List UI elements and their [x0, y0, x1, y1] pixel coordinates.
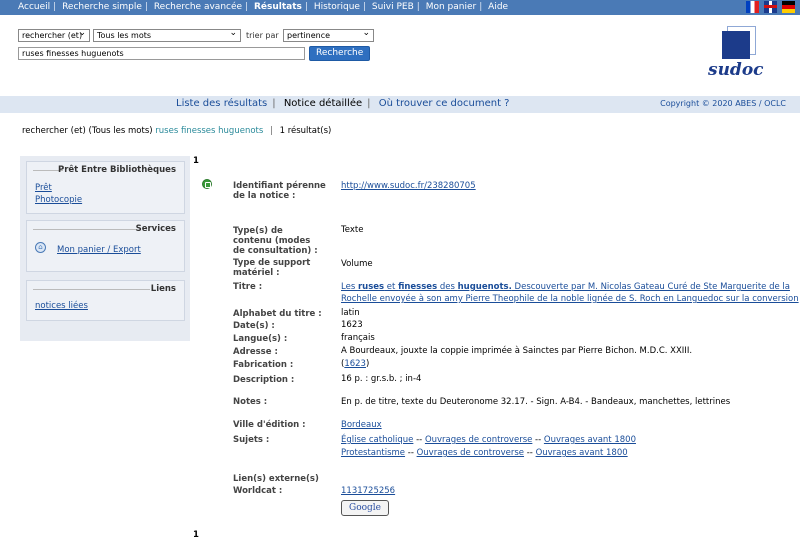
sort-select[interactable]: pertinence: [283, 27, 374, 42]
view-tabs: Liste des résultats | Notice détaillée | O…: [176, 98, 510, 109]
fabrication-label: Fabrication :: [233, 360, 294, 370]
ville-label: Ville d'édition :: [233, 420, 306, 430]
top-navigation-bar: Accueil | Recherche simple | Recherche ava…: [0, 0, 800, 15]
search-field-select[interactable]: Tous les mots: [93, 27, 241, 42]
nav-resultats[interactable]: Résultats: [254, 2, 302, 12]
titre-line-2[interactable]: Rochelle envoyée à son amy Pierre Theoph…: [341, 293, 799, 306]
sujet-link[interactable]: Ouvrages avant 1800: [536, 448, 628, 458]
description-label: Description :: [233, 375, 295, 385]
dates-value: 1623: [341, 320, 363, 330]
nav-recherche-simple[interactable]: Recherche simple: [62, 2, 142, 12]
services-box: Services ⌂ Mon panier / Export: [26, 220, 185, 272]
nav-aide[interactable]: Aide: [488, 2, 508, 12]
search-mode-select[interactable]: rechercher (et): [18, 27, 90, 42]
identifiant-link[interactable]: http://www.sudoc.fr/238280705: [341, 180, 476, 193]
language-flags: [744, 1, 795, 13]
sujet-link[interactable]: Ouvrages de controverse: [417, 448, 524, 458]
flag-fr-icon[interactable]: [746, 1, 760, 13]
google-books-button[interactable]: Google: [341, 500, 389, 516]
fabrication-link[interactable]: 1623: [344, 359, 366, 369]
notices-liees-link[interactable]: notices liées: [35, 301, 88, 311]
tab-ou-trouver[interactable]: Où trouver ce document ?: [379, 98, 510, 109]
copyright-text: Copyright © 2020 ABES / OCLC: [660, 99, 786, 108]
sort-label: trier par: [246, 31, 279, 40]
fabrication-value: (1623): [341, 359, 370, 369]
notes-value: En p. de titre, texte du Deuteronome 32.…: [341, 397, 731, 407]
notes-label: Notes :: [233, 397, 268, 407]
liens-externes-label: Lien(s) externe(s): [233, 474, 319, 484]
sujet-link[interactable]: Protestantisme: [341, 448, 405, 458]
peb-title: Prêt Entre Bibliothèques: [57, 165, 176, 175]
flag-uk-icon[interactable]: [764, 1, 778, 13]
sujet-link[interactable]: Ouvrages avant 1800: [544, 435, 636, 445]
peb-box: Prêt Entre Bibliothèques Prêt Photocopie: [26, 161, 185, 214]
nav-recherche-avancee[interactable]: Recherche avancée: [154, 2, 242, 12]
search-button[interactable]: Recherche: [309, 46, 371, 61]
langue-value: français: [341, 333, 375, 343]
langue-label: Langue(s) :: [233, 334, 288, 344]
logo-text: sudoc: [708, 60, 764, 80]
type-support-label: Type de support matériel :: [233, 258, 311, 278]
search-summary-query: ruses finesses huguenots: [155, 126, 264, 136]
identifiant-label: Identifiant pérenne de la notice :: [233, 181, 326, 201]
pret-link[interactable]: Prêt: [35, 183, 52, 193]
ville-link[interactable]: Bordeaux: [341, 419, 382, 432]
type-support-value: Volume: [341, 259, 373, 269]
type-contenu-label: Type(s) de contenu (modes de consultatio…: [233, 226, 318, 256]
alphabet-label: Alphabet du titre :: [233, 309, 322, 319]
adresse-value: A Bourdeaux, jouxte la coppie imprimée à…: [341, 346, 693, 356]
sujet-link[interactable]: Église catholique: [341, 435, 413, 445]
sidebar: Prêt Entre Bibliothèques Prêt Photocopie…: [20, 156, 190, 341]
liens-box: Liens notices liées: [26, 280, 185, 321]
result-count: 1 résultat(s): [279, 126, 332, 136]
top-nav-items: Accueil | Recherche simple | Recherche ava…: [18, 2, 509, 12]
nav-mon-panier[interactable]: Mon panier: [426, 2, 477, 12]
search-summary-prefix: rechercher (et) (Tous les mots): [22, 126, 153, 136]
basket-icon: ⌂: [35, 242, 46, 253]
type-contenu-value: Texte: [341, 225, 364, 235]
worldcat-label: Worldcat :: [233, 486, 283, 496]
record-number-top: 1: [193, 156, 199, 166]
sujets-label: Sujets :: [233, 435, 270, 445]
titre-link[interactable]: Les ruses et finesses des huguenots. Des…: [341, 282, 790, 292]
record-status-icon: [202, 179, 212, 189]
panier-export-link[interactable]: Mon panier / Export: [57, 245, 141, 255]
tab-notice-detaillee: Notice détaillée: [283, 98, 363, 109]
sujets-line-2: Protestantisme -- Ouvrages de controvers…: [341, 448, 628, 458]
sujet-link[interactable]: Ouvrages de controverse: [425, 435, 532, 445]
sub-navigation-bar: Liste des résultats | Notice détaillée | O…: [0, 96, 800, 113]
sujets-line-1: Église catholique -- Ouvrages de controv…: [341, 435, 636, 445]
tab-liste-resultats[interactable]: Liste des résultats: [176, 98, 267, 109]
adresse-label: Adresse :: [233, 347, 278, 357]
nav-accueil[interactable]: Accueil: [18, 2, 50, 12]
search-input[interactable]: ruses finesses huguenots: [18, 47, 305, 60]
search-summary: rechercher (et) (Tous les mots) ruses fi…: [22, 126, 332, 136]
titre-label: Titre :: [233, 282, 263, 292]
services-title: Services: [135, 224, 176, 234]
description-value: 16 p. : gr.s.b. ; in-4: [341, 374, 422, 384]
record-number-bottom: 1: [193, 530, 199, 540]
nav-suivi-peb[interactable]: Suivi PEB: [372, 2, 414, 12]
sudoc-logo[interactable]: sudoc: [708, 26, 768, 91]
dates-label: Date(s) :: [233, 321, 275, 331]
logo-cube: [722, 31, 750, 59]
photocopie-link[interactable]: Photocopie: [35, 195, 82, 205]
flag-de-icon[interactable]: [782, 1, 795, 13]
nav-historique[interactable]: Historique: [314, 2, 360, 12]
liens-title: Liens: [150, 284, 176, 294]
worldcat-link[interactable]: 1131725256: [341, 485, 395, 498]
